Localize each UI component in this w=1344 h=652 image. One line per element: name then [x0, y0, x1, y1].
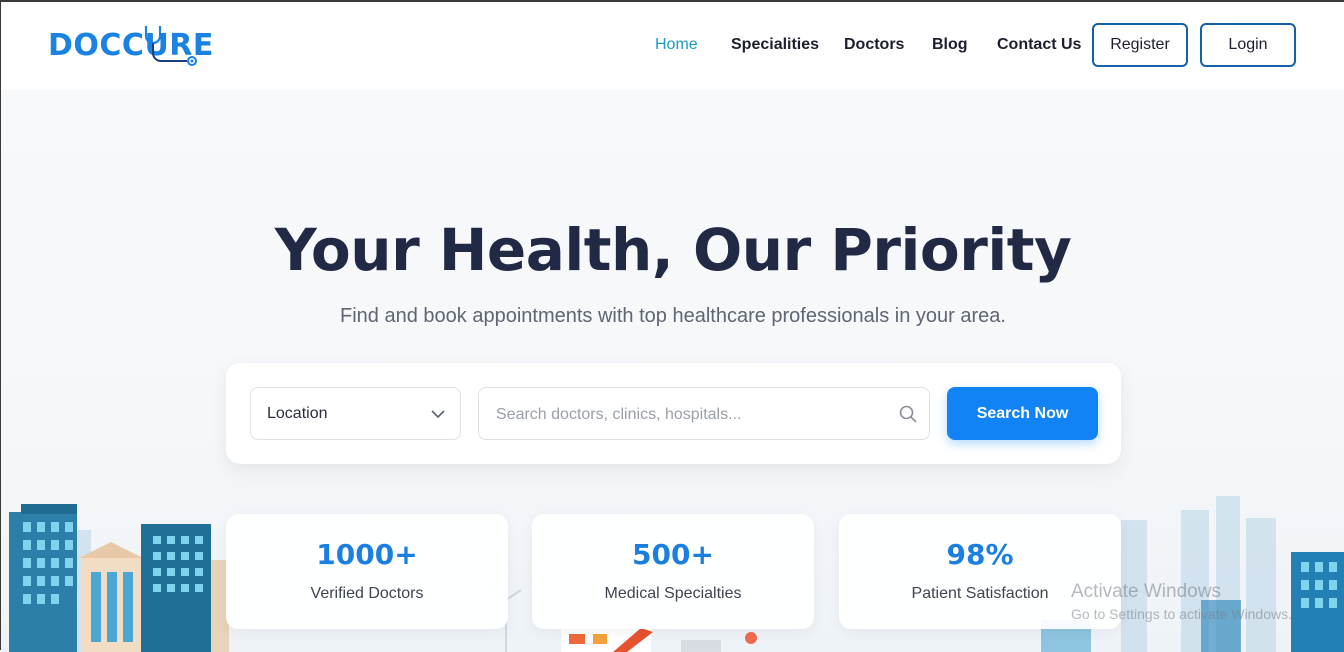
doccure-logo[interactable]: DOCCURE	[48, 22, 214, 68]
nav-contact-us[interactable]: Contact Us	[997, 36, 1081, 54]
stat-card-doctors: 1000+ Verified Doctors	[226, 514, 508, 629]
watermark-line1: Activate Windows	[1071, 581, 1221, 602]
nav-doctors[interactable]: Doctors	[844, 36, 904, 54]
location-dropdown[interactable]: Location	[250, 387, 461, 440]
search-card: Location Search Now	[226, 363, 1121, 464]
location-value: Location	[267, 404, 328, 422]
search-icon[interactable]	[899, 405, 917, 423]
stat-value: 500+	[632, 538, 714, 571]
stat-value: 1000+	[316, 538, 418, 571]
stat-card-specialties: 500+ Medical Specialties	[532, 514, 814, 629]
register-button[interactable]: Register	[1092, 23, 1188, 67]
stat-label: Verified Doctors	[310, 585, 424, 602]
watermark-line2: Go to Settings to activate Windows.	[1071, 606, 1292, 622]
windows-activation-watermark: Activate Windows Go to Settings to activ…	[1071, 581, 1292, 622]
stat-label: Medical Specialties	[604, 585, 742, 602]
hero-title: Your Health, Our Priority	[274, 216, 1072, 284]
chevron-down-icon	[431, 410, 445, 419]
stethoscope-icon	[144, 26, 197, 66]
search-now-button[interactable]: Search Now	[947, 387, 1098, 440]
nav-specialities[interactable]: Specialities	[731, 36, 819, 54]
nav-blog[interactable]: Blog	[932, 36, 968, 54]
nav-home[interactable]: Home	[655, 36, 698, 54]
site-header: DOCCURE Home Specialities Doctors Blog C…	[1, 2, 1344, 90]
stat-value: 98%	[946, 538, 1014, 571]
search-field[interactable]	[478, 387, 930, 440]
search-input[interactable]	[494, 402, 888, 428]
hero-subtitle: Find and book appointments with top heal…	[340, 305, 1006, 327]
login-button[interactable]: Login	[1200, 23, 1296, 67]
